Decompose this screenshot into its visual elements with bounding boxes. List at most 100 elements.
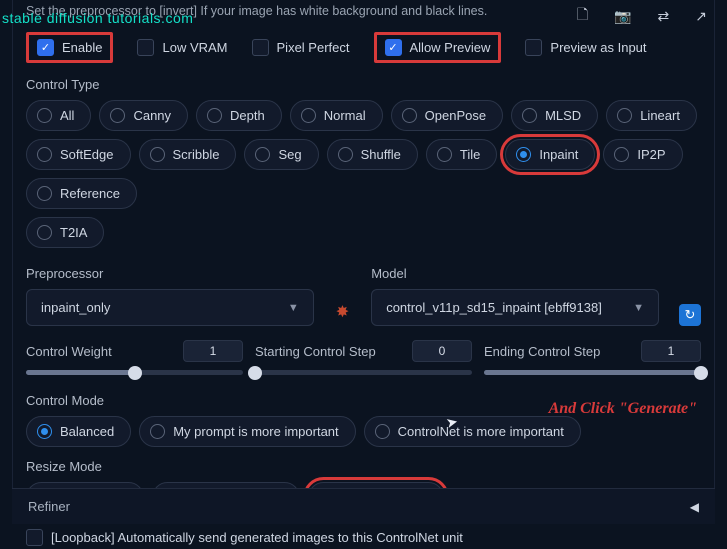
radio-icon: [375, 424, 390, 439]
control-type-normal[interactable]: Normal: [290, 100, 383, 131]
refresh-button[interactable]: ↻: [679, 304, 701, 326]
control-type-label: Seg: [278, 147, 301, 162]
radio-icon: [301, 108, 316, 123]
control-type-seg[interactable]: Seg: [244, 139, 318, 170]
watermark: stable diffusion tutorials.com: [2, 10, 193, 26]
radio-icon: [37, 424, 52, 439]
control-weight-label: Control Weight: [26, 344, 112, 359]
pixel-perfect-checkbox[interactable]: Pixel Perfect: [252, 39, 350, 56]
control-type-softedge[interactable]: SoftEdge: [26, 139, 131, 170]
control-type-mlsd[interactable]: MLSD: [511, 100, 598, 131]
radio-icon: [150, 147, 165, 162]
chevron-down-icon: ▼: [633, 302, 644, 314]
control-mode-balanced[interactable]: Balanced: [26, 416, 131, 447]
check-icon: [26, 529, 43, 546]
control-type-label: Scribble: [173, 147, 220, 162]
radio-icon: [617, 108, 632, 123]
control-type-tile[interactable]: Tile: [426, 139, 497, 170]
loopback-checkbox[interactable]: [Loopback] Automatically send generated …: [26, 529, 463, 546]
refiner-accordion[interactable]: Refiner ◀: [12, 488, 715, 524]
send-icon[interactable]: ↗: [695, 8, 707, 25]
control-type-label: SoftEdge: [60, 147, 114, 162]
control-type-scribble[interactable]: Scribble: [139, 139, 237, 170]
control-mode-label: My prompt is more important: [173, 424, 338, 439]
control-weight-value[interactable]: 1: [183, 340, 243, 362]
starting-step-label: Starting Control Step: [255, 344, 376, 359]
control-type-depth[interactable]: Depth: [196, 100, 282, 131]
control-type-inpaint[interactable]: Inpaint: [505, 139, 595, 170]
control-type-label: OpenPose: [425, 108, 486, 123]
model-select[interactable]: control_v11p_sd15_inpaint [ebff9138] ▼: [371, 289, 659, 326]
radio-icon: [37, 186, 52, 201]
control-type-label: Control Type: [26, 77, 701, 92]
preprocessor-select[interactable]: inpaint_only ▼: [26, 289, 314, 326]
control-mode-my-prompt-is-more-important[interactable]: My prompt is more important: [139, 416, 355, 447]
enable-checkbox[interactable]: ✓ Enable: [37, 39, 102, 56]
control-type-canny[interactable]: Canny: [99, 100, 188, 131]
control-type-ip2p[interactable]: IP2P: [603, 139, 682, 170]
radio-icon: [37, 225, 52, 240]
control-type-label: Canny: [133, 108, 171, 123]
model-label: Model: [371, 266, 659, 281]
radio-icon: [516, 147, 531, 162]
enable-label: Enable: [62, 40, 102, 55]
swap-icon[interactable]: ⇄: [658, 8, 670, 25]
control-mode-label: Balanced: [60, 424, 114, 439]
radio-icon: [614, 147, 629, 162]
preview-as-input-checkbox[interactable]: Preview as Input: [525, 39, 646, 56]
model-value: control_v11p_sd15_inpaint [ebff9138]: [386, 300, 602, 315]
radio-icon: [437, 147, 452, 162]
resize-mode-label: Resize Mode: [26, 459, 701, 474]
control-type-label: Depth: [230, 108, 265, 123]
control-mode-label: ControlNet is more important: [398, 424, 564, 439]
control-type-all[interactable]: All: [26, 100, 91, 131]
control-type-label: MLSD: [545, 108, 581, 123]
control-type-label: IP2P: [637, 147, 665, 162]
radio-icon: [110, 108, 125, 123]
allow-preview-checkbox[interactable]: ✓ Allow Preview: [385, 39, 491, 56]
control-type-openpose[interactable]: OpenPose: [391, 100, 503, 131]
radio-icon: [37, 108, 52, 123]
check-icon: [137, 39, 154, 56]
top-icon-row: 🗋 📷 ⇄ ↗: [577, 4, 707, 28]
starting-step-value[interactable]: 0: [412, 340, 472, 362]
radio-icon: [522, 108, 537, 123]
control-weight-slider[interactable]: [26, 370, 243, 375]
control-type-label: Shuffle: [361, 147, 401, 162]
radio-icon: [402, 108, 417, 123]
radio-icon: [150, 424, 165, 439]
pixel-perfect-label: Pixel Perfect: [277, 40, 350, 55]
control-type-label: Inpaint: [539, 147, 578, 162]
ending-step-value[interactable]: 1: [641, 340, 701, 362]
control-type-label: Lineart: [640, 108, 680, 123]
radio-icon: [338, 147, 353, 162]
check-icon: [252, 39, 269, 56]
control-type-label: Tile: [460, 147, 480, 162]
low-vram-label: Low VRAM: [162, 40, 227, 55]
camera-icon[interactable]: 📷: [614, 8, 631, 25]
control-type-reference[interactable]: Reference: [26, 178, 137, 209]
annotation-generate: And Click "Generate": [549, 400, 697, 418]
preprocessor-value: inpaint_only: [41, 300, 110, 315]
file-icon[interactable]: 🗋: [577, 4, 588, 28]
radio-icon: [255, 147, 270, 162]
chevron-down-icon: ▼: [288, 302, 299, 314]
preview-as-input-label: Preview as Input: [550, 40, 646, 55]
preprocessor-label: Preprocessor: [26, 266, 314, 281]
allow-preview-label: Allow Preview: [410, 40, 491, 55]
control-mode-controlnet-is-more-important[interactable]: ControlNet is more important: [364, 416, 581, 447]
radio-icon: [207, 108, 222, 123]
control-type-lineart[interactable]: Lineart: [606, 100, 697, 131]
control-type-shuffle[interactable]: Shuffle: [327, 139, 418, 170]
control-type-label: Reference: [60, 186, 120, 201]
ending-step-slider[interactable]: [484, 370, 701, 375]
control-type-t2ia[interactable]: T2IA: [26, 217, 104, 248]
ending-step-label: Ending Control Step: [484, 344, 600, 359]
explosion-icon[interactable]: ✸: [334, 302, 351, 326]
radio-icon: [37, 147, 52, 162]
starting-step-slider[interactable]: [255, 370, 472, 375]
low-vram-checkbox[interactable]: Low VRAM: [137, 39, 227, 56]
control-type-label: Normal: [324, 108, 366, 123]
loopback-label: [Loopback] Automatically send generated …: [51, 530, 463, 545]
control-type-label: All: [60, 108, 74, 123]
